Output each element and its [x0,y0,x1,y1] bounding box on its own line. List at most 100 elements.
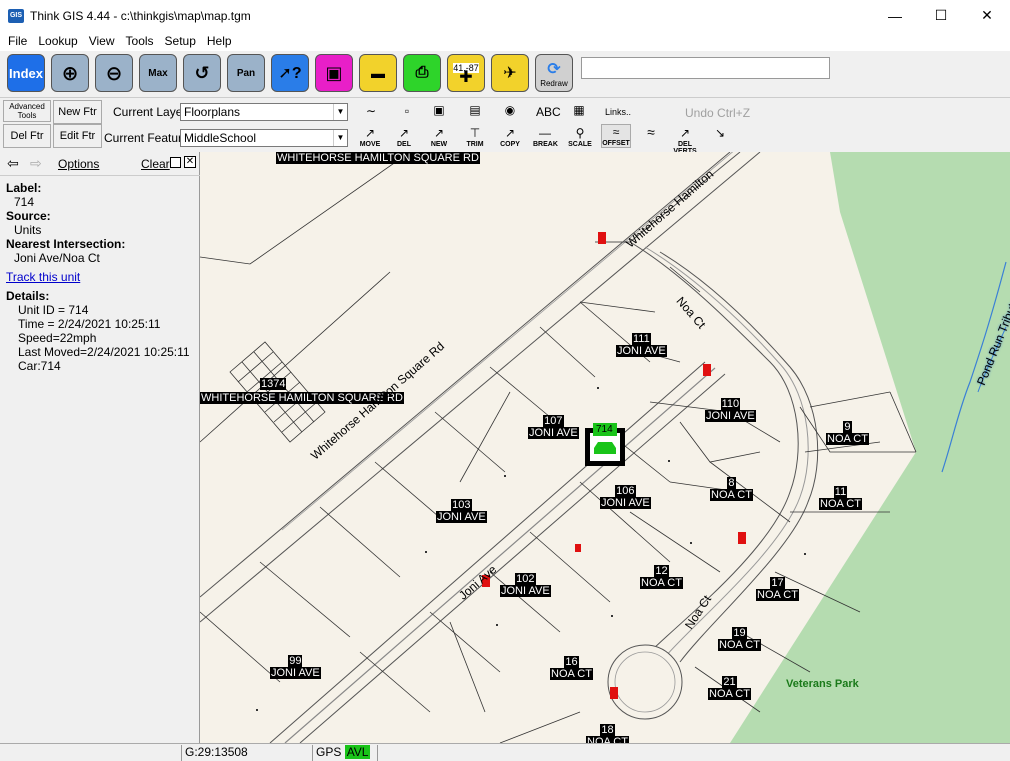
zoom-previous-button[interactable]: ↺ [183,54,221,92]
avl-button[interactable]: ✈ [491,54,529,92]
pan-button[interactable]: Pan [227,54,265,92]
delete-feature-button[interactable]: Del Ftr [3,124,51,148]
detail-line: Time = 2/24/2021 10:25:11 [18,317,161,331]
delete-label: DEL [397,141,411,148]
parcel-label: 102 JONI AVE [500,572,551,597]
current-layer-value: Floorplans [184,105,241,119]
close-button[interactable]: ✕ [964,0,1010,31]
parcel-street: JONI AVE [600,497,651,509]
copy-tool[interactable]: ↗ COPY [498,126,522,148]
new-feature-button[interactable]: New Ftr [53,100,102,124]
copy-label: COPY [500,141,520,148]
draw-point-tool[interactable]: ▫ [400,104,414,119]
menu-setup[interactable]: Setup [165,34,196,48]
parcel-street: NOA CT [826,433,869,445]
chevron-down-icon: ▼ [333,104,347,120]
helicopter-icon: ✈ [503,65,517,82]
back-arrow-icon[interactable]: ⇦ [7,155,19,172]
measure-button[interactable]: ▬ [359,54,397,92]
label-heading: Label: [6,181,42,195]
attribute-tool[interactable]: ▦ [570,103,588,118]
smooth-tool[interactable]: ≈ [639,124,663,140]
trim-tool[interactable]: ⊤ TRIM [463,126,487,148]
menu-view[interactable]: View [89,34,115,48]
draw-polygon-tool[interactable]: ▤ [464,103,486,118]
grid-reference: G:29:13508 [181,745,311,761]
options-link[interactable]: Options [58,157,99,171]
parcel-street: JONI AVE [616,345,667,357]
text-tool[interactable]: ABC [536,105,561,119]
zoom-max-button[interactable]: Max [139,54,177,92]
delete-tool[interactable]: ↗ DEL [393,126,415,148]
parcel-label: 12 NOA CT [640,564,683,589]
parcel-label: 8 NOA CT [710,476,753,501]
menu-file[interactable]: File [8,34,27,48]
parcel-street: NOA CT [756,589,799,601]
parcel-street: JONI AVE [436,511,487,523]
draw-circle-tool[interactable]: ◉ [500,103,520,118]
zoom-in-button[interactable]: ⊕ [51,54,89,92]
forward-arrow-icon[interactable]: ⇨ [30,155,42,172]
edit-toolbar: Advanced Tools New Ftr Del Ftr Edit Ftr … [0,97,1010,155]
advanced-tools-label: Advanced Tools [9,102,45,120]
parcel-street: NOA CT [550,668,593,680]
restore-icon[interactable] [170,157,181,168]
current-layer-select[interactable]: Floorplans ▼ [180,103,348,121]
offset-tool[interactable]: ≈ OFFSET [601,124,631,148]
layers-button[interactable]: ▣ [315,54,353,92]
redraw-button[interactable]: ⟳ Redraw [535,54,573,92]
clear-link[interactable]: Clear [141,157,170,171]
track-unit-link[interactable]: Track this unit [6,270,190,284]
advanced-tools-button[interactable]: Advanced Tools [3,100,51,122]
refresh-icon: ⟳ [547,60,561,78]
source-heading: Source: [6,209,51,223]
maximize-button[interactable]: ☐ [918,0,964,31]
chevron-down-icon: ▼ [333,130,347,146]
menu-lookup[interactable]: Lookup [38,34,77,48]
index-button[interactable]: Index [7,54,45,92]
delete-vertices-tool[interactable]: ↗DEL VERTS [673,126,697,155]
undo-button[interactable]: Undo Ctrl+Z [685,106,750,120]
coordinate-button[interactable]: 41,-87 ✚ [447,54,485,92]
crosshair-icon: ✚ [459,69,473,86]
main-toolbar: Index ⊕ ⊖ Max ↺ Pan ➚? ▣ ▬ ⎙ 41,-87 ✚ ✈ … [0,51,1010,97]
menu-tools[interactable]: Tools [126,34,154,48]
scale-icon: ⚲ [575,126,585,140]
window-title: Think GIS 4.44 - c:\thinkgis\map\map.tgm [30,8,251,23]
parcel-number: 99 [288,655,303,667]
current-layer-label: Current Layer [113,105,187,119]
street-label: WHITEHORSE HAMILTON SQUARE RD [276,152,480,164]
delete-icon: ↗ [398,126,410,140]
undo-zoom-icon: ↺ [194,62,210,83]
zoom-out-button[interactable]: ⊖ [95,54,133,92]
parcel-number: 17 [770,577,785,589]
close-icon[interactable]: ✕ [184,156,196,168]
parcel-street: NOA CT [586,736,629,743]
avl-badge: AVL [344,745,371,759]
delete-verts-icon: ↗ [679,126,691,140]
links-button[interactable]: Links.. [605,107,631,117]
draw-building-tool[interactable]: ▣ [428,103,450,118]
new-tool[interactable]: ↗ NEW [428,126,450,148]
menu-help[interactable]: Help [207,34,232,48]
search-input[interactable] [581,57,830,79]
identify-button[interactable]: ➚? [271,54,309,92]
print-button[interactable]: ⎙ [403,54,441,92]
move-icon: ↗ [364,126,376,140]
line-tool[interactable]: ↘ [710,126,730,141]
current-feature-select[interactable]: MiddleSchool ▼ [180,129,348,147]
parcel-label: 99 JONI AVE [270,654,321,679]
app-logo: GIS [8,8,24,23]
parcel-label: 110 JONI AVE [705,397,756,422]
minimize-button[interactable]: — [872,0,918,31]
parcel-label: 21 NOA CT [708,675,751,700]
draw-line-tool[interactable]: ∼ [362,104,380,119]
pan-label: Pan [236,67,256,79]
scale-tool[interactable]: ⚲ SCALE [568,126,592,148]
break-tool[interactable]: — BREAK [533,126,558,148]
edit-feature-button[interactable]: Edit Ftr [53,124,102,148]
parcel-number: 111 [631,333,651,345]
label-value: 714 [14,195,35,209]
move-tool[interactable]: ↗ MOVE [358,126,382,148]
map-canvas[interactable]: WHITEHORSE HAMILTON SQUARE RD WHITEHORSE… [200,152,1010,743]
